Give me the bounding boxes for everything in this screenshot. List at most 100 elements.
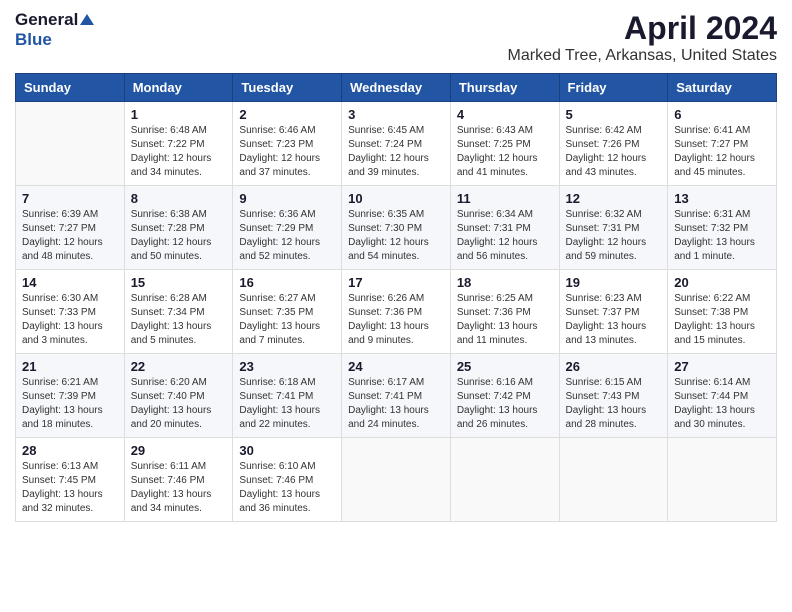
calendar-cell: 17Sunrise: 6:26 AMSunset: 7:36 PMDayligh… (342, 270, 451, 354)
day-info: Sunrise: 6:23 AMSunset: 7:37 PMDaylight:… (566, 292, 662, 348)
calendar-cell: 20 Sunrise: 6:22 AMSunset: 7:38 PMDayligh… (668, 270, 777, 354)
page-header: General Blue April 2024 Marked Tree, Ark… (15, 10, 777, 65)
calendar-cell: 26 Sunrise: 6:15 AMSunset: 7:43 PMDayligh… (559, 354, 668, 438)
day-number: 11 (457, 191, 553, 206)
day-number: 8 (131, 191, 227, 206)
calendar-cell: 1 Sunrise: 6:48 AMSunset: 7:22 PMDaylight… (124, 102, 233, 186)
day-info: Sunrise: 6:32 AMSunset: 7:31 PMDaylight:… (566, 208, 662, 264)
calendar-cell: 7 Sunrise: 6:39 AMSunset: 7:27 PMDaylight… (16, 186, 125, 270)
day-info: Sunrise: 6:31 AMSunset: 7:32 PMDaylight:… (674, 208, 770, 264)
day-number: 10 (348, 191, 444, 206)
day-info: Sunrise: 6:18 AMSunset: 7:41 PMDaylight:… (239, 376, 335, 432)
day-number: 12 (566, 191, 662, 206)
logo-triangle-icon (80, 14, 94, 25)
day-info: Sunrise: 6:30 AMSunset: 7:33 PMDaylight:… (22, 292, 118, 348)
day-info: Sunrise: 6:27 AMSunset: 7:35 PMDaylight:… (239, 292, 335, 348)
day-info: Sunrise: 6:22 AMSunset: 7:38 PMDaylight:… (674, 292, 770, 348)
day-of-week-header: Wednesday (342, 74, 451, 102)
day-info: Sunrise: 6:48 AMSunset: 7:22 PMDaylight:… (131, 124, 227, 180)
calendar-cell: 24 Sunrise: 6:17 AMSunset: 7:41 PMDayligh… (342, 354, 451, 438)
day-of-week-header: Thursday (450, 74, 559, 102)
calendar-cell: 3 Sunrise: 6:45 AMSunset: 7:24 PMDaylight… (342, 102, 451, 186)
calendar-cell: 16Sunrise: 6:27 AMSunset: 7:35 PMDayligh… (233, 270, 342, 354)
calendar-cell (450, 438, 559, 522)
day-number: 19 (566, 275, 662, 290)
calendar-cell: 9Sunrise: 6:36 AMSunset: 7:29 PMDaylight… (233, 186, 342, 270)
logo: General Blue (15, 10, 94, 51)
day-number: 24 (348, 359, 444, 374)
day-number: 30 (239, 443, 335, 458)
calendar-cell: 8 Sunrise: 6:38 AMSunset: 7:28 PMDaylight… (124, 186, 233, 270)
day-info: Sunrise: 6:26 AMSunset: 7:36 PMDaylight:… (348, 292, 444, 348)
day-header-row: SundayMondayTuesdayWednesdayThursdayFrid… (16, 74, 777, 102)
page-subtitle: Marked Tree, Arkansas, United States (508, 47, 777, 65)
day-number: 21 (22, 359, 118, 374)
calendar-cell: 27 Sunrise: 6:14 AMSunset: 7:44 PMDayligh… (668, 354, 777, 438)
day-number: 7 (22, 191, 118, 206)
day-info: Sunrise: 6:14 AMSunset: 7:44 PMDaylight:… (674, 376, 770, 432)
day-number: 18 (457, 275, 553, 290)
day-number: 23 (239, 359, 335, 374)
calendar-week-row: 21Sunrise: 6:21 AMSunset: 7:39 PMDayligh… (16, 354, 777, 438)
logo-general: General (15, 10, 78, 30)
day-info: Sunrise: 6:20 AMSunset: 7:40 PMDaylight:… (131, 376, 227, 432)
title-area: April 2024 Marked Tree, Arkansas, United… (508, 10, 777, 65)
day-info: Sunrise: 6:15 AMSunset: 7:43 PMDaylight:… (566, 376, 662, 432)
day-info: Sunrise: 6:39 AMSunset: 7:27 PMDaylight:… (22, 208, 118, 264)
day-number: 13 (674, 191, 770, 206)
calendar-cell: 2Sunrise: 6:46 AMSunset: 7:23 PMDaylight… (233, 102, 342, 186)
day-info: Sunrise: 6:36 AMSunset: 7:29 PMDaylight:… (239, 208, 335, 264)
day-info: Sunrise: 6:25 AMSunset: 7:36 PMDaylight:… (457, 292, 553, 348)
calendar-cell: 12 Sunrise: 6:32 AMSunset: 7:31 PMDayligh… (559, 186, 668, 270)
day-info: Sunrise: 6:43 AMSunset: 7:25 PMDaylight:… (457, 124, 553, 180)
day-info: Sunrise: 6:10 AMSunset: 7:46 PMDaylight:… (239, 460, 335, 516)
calendar-cell: 13 Sunrise: 6:31 AMSunset: 7:32 PMDayligh… (668, 186, 777, 270)
calendar-cell: 18 Sunrise: 6:25 AMSunset: 7:36 PMDayligh… (450, 270, 559, 354)
calendar-cell: 21Sunrise: 6:21 AMSunset: 7:39 PMDayligh… (16, 354, 125, 438)
day-number: 4 (457, 107, 553, 122)
day-number: 5 (566, 107, 662, 122)
day-number: 26 (566, 359, 662, 374)
day-number: 20 (674, 275, 770, 290)
calendar-week-row: 14 Sunrise: 6:30 AMSunset: 7:33 PMDayligh… (16, 270, 777, 354)
day-of-week-header: Monday (124, 74, 233, 102)
day-info: Sunrise: 6:13 AMSunset: 7:45 PMDaylight:… (22, 460, 118, 516)
day-number: 28 (22, 443, 118, 458)
calendar-cell: 23 Sunrise: 6:18 AMSunset: 7:41 PMDayligh… (233, 354, 342, 438)
calendar-header: SundayMondayTuesdayWednesdayThursdayFrid… (16, 74, 777, 102)
day-number: 3 (348, 107, 444, 122)
day-number: 29 (131, 443, 227, 458)
day-of-week-header: Sunday (16, 74, 125, 102)
day-info: Sunrise: 6:28 AMSunset: 7:34 PMDaylight:… (131, 292, 227, 348)
calendar-cell: 10Sunrise: 6:35 AMSunset: 7:30 PMDayligh… (342, 186, 451, 270)
day-number: 25 (457, 359, 553, 374)
calendar-cell: 19 Sunrise: 6:23 AMSunset: 7:37 PMDayligh… (559, 270, 668, 354)
calendar-cell: 11 Sunrise: 6:34 AMSunset: 7:31 PMDayligh… (450, 186, 559, 270)
day-info: Sunrise: 6:45 AMSunset: 7:24 PMDaylight:… (348, 124, 444, 180)
calendar-cell: 25 Sunrise: 6:16 AMSunset: 7:42 PMDayligh… (450, 354, 559, 438)
day-number: 27 (674, 359, 770, 374)
day-info: Sunrise: 6:16 AMSunset: 7:42 PMDaylight:… (457, 376, 553, 432)
calendar-cell (559, 438, 668, 522)
day-info: Sunrise: 6:42 AMSunset: 7:26 PMDaylight:… (566, 124, 662, 180)
calendar-cell: 4 Sunrise: 6:43 AMSunset: 7:25 PMDaylight… (450, 102, 559, 186)
calendar-cell (16, 102, 125, 186)
calendar-week-row: 7 Sunrise: 6:39 AMSunset: 7:27 PMDaylight… (16, 186, 777, 270)
day-number: 1 (131, 107, 227, 122)
calendar-cell: 29Sunrise: 6:11 AMSunset: 7:46 PMDayligh… (124, 438, 233, 522)
day-info: Sunrise: 6:34 AMSunset: 7:31 PMDaylight:… (457, 208, 553, 264)
calendar-cell: 28 Sunrise: 6:13 AMSunset: 7:45 PMDayligh… (16, 438, 125, 522)
calendar-week-row: 1 Sunrise: 6:48 AMSunset: 7:22 PMDaylight… (16, 102, 777, 186)
logo-blue: Blue (15, 30, 94, 50)
calendar-cell: 6Sunrise: 6:41 AMSunset: 7:27 PMDaylight… (668, 102, 777, 186)
day-number: 15 (131, 275, 227, 290)
day-number: 22 (131, 359, 227, 374)
day-info: Sunrise: 6:38 AMSunset: 7:28 PMDaylight:… (131, 208, 227, 264)
calendar-cell: 22 Sunrise: 6:20 AMSunset: 7:40 PMDayligh… (124, 354, 233, 438)
day-info: Sunrise: 6:17 AMSunset: 7:41 PMDaylight:… (348, 376, 444, 432)
day-number: 2 (239, 107, 335, 122)
day-of-week-header: Tuesday (233, 74, 342, 102)
day-number: 14 (22, 275, 118, 290)
calendar-cell (668, 438, 777, 522)
page-title: April 2024 (508, 10, 777, 47)
